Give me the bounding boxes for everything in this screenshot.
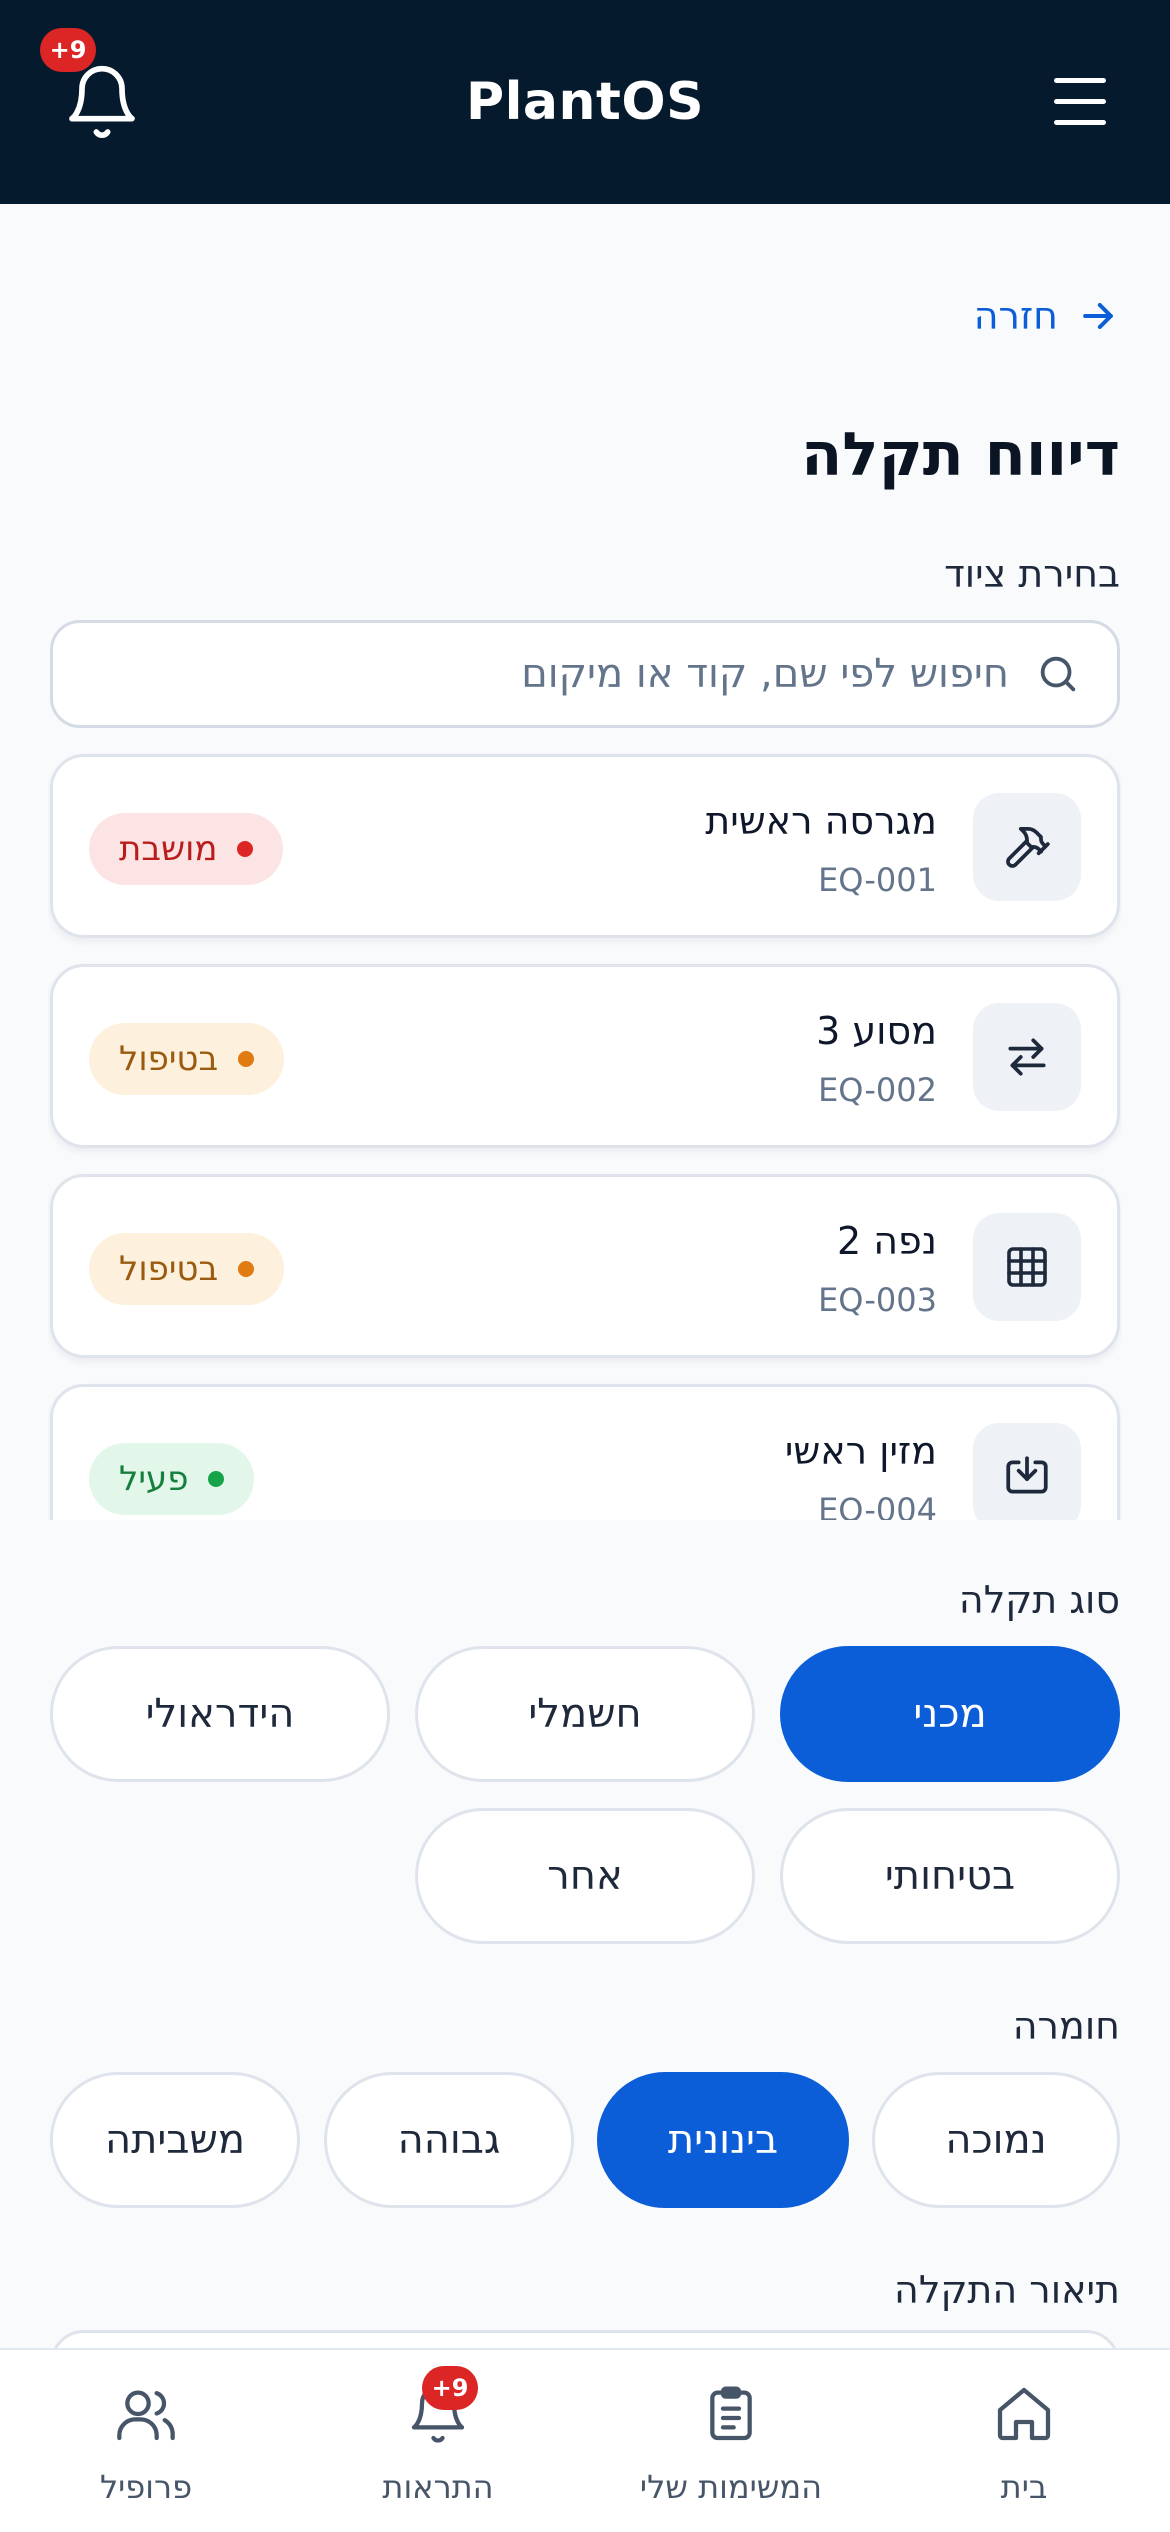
- severity-option-low[interactable]: נמוכה: [872, 2072, 1120, 2208]
- status-label: בטיפול: [119, 1249, 219, 1289]
- grid-icon: [1007, 1247, 1047, 1287]
- search-icon: [1040, 656, 1076, 692]
- download-box-icon: [1006, 1456, 1048, 1494]
- equipment-card[interactable]: מגרסה ראשית EQ-001 מושבת: [50, 754, 1120, 938]
- home-icon: [997, 2387, 1051, 2441]
- nav-label: המשימות שלי: [639, 2468, 823, 2506]
- severity-option-high[interactable]: גבוהה: [324, 2072, 574, 2208]
- fault-type-option-safety[interactable]: בטיחותי: [780, 1808, 1120, 1944]
- nav-item-profile[interactable]: פרופיל: [0, 2350, 292, 2532]
- severity-option-critical[interactable]: משביתה: [50, 2072, 300, 2208]
- nav-label: פרופיל: [99, 2468, 193, 2506]
- equipment-icon-box: [973, 1423, 1081, 1520]
- equipment-code: EQ-002: [818, 1071, 937, 1109]
- fault-type-label: סוג תקלה: [958, 1578, 1120, 1622]
- severity-option-medium[interactable]: בינונית: [597, 2072, 849, 2208]
- status-dot: [237, 841, 254, 857]
- nav-item-home[interactable]: בית: [878, 2350, 1170, 2532]
- equipment-code: EQ-003: [818, 1281, 937, 1319]
- back-label: חזרה: [973, 294, 1058, 338]
- search-input[interactable]: [109, 651, 1009, 697]
- menu-icon-bar: [1054, 120, 1106, 125]
- hammer-icon: [1006, 826, 1050, 868]
- nav-item-my-tasks[interactable]: המשימות שלי: [585, 2350, 877, 2532]
- notification-badge: +9: [40, 28, 96, 72]
- menu-button[interactable]: [1050, 70, 1110, 134]
- status-dot: [238, 1261, 255, 1277]
- status-dot: [208, 1471, 225, 1487]
- equipment-card[interactable]: מזין ראשי EQ-004 פעיל: [50, 1384, 1120, 1520]
- app-title: PlantOS: [465, 72, 705, 132]
- severity-label: חומרה: [1012, 2004, 1120, 2048]
- nav-label: בית: [1000, 2468, 1048, 2506]
- equipment-icon-box: [973, 793, 1081, 901]
- fault-type-option-electrical[interactable]: חשמלי: [415, 1646, 755, 1782]
- status-badge: בטיפול: [89, 1233, 285, 1305]
- users-icon: [117, 2390, 175, 2441]
- arrow-right-icon: [1083, 302, 1113, 330]
- clipboard-icon: [710, 2386, 752, 2441]
- equipment-name: מזין ראשי: [784, 1429, 937, 1473]
- equipment-label: בחירת ציוד: [944, 552, 1120, 596]
- equipment-name: נפה 2: [836, 1219, 937, 1263]
- equipment-icon-box: [973, 1003, 1081, 1111]
- fault-type-option-mechanical[interactable]: מכני: [780, 1646, 1120, 1782]
- status-label: פעיל: [119, 1459, 189, 1499]
- equipment-code: EQ-001: [818, 861, 937, 899]
- status-badge: פעיל: [89, 1443, 255, 1515]
- equipment-card[interactable]: נפה 2 EQ-003 בטיפול: [50, 1174, 1120, 1358]
- status-badge: מושבת: [89, 813, 284, 885]
- nav-label: התראות: [382, 2468, 494, 2506]
- equipment-name: מסוע 3: [816, 1009, 937, 1053]
- status-label: מושבת: [119, 829, 218, 869]
- nav-item-notifications[interactable]: +9 התראות: [292, 2350, 584, 2532]
- status-dot: [238, 1051, 255, 1067]
- notification-badge: +9: [422, 2366, 478, 2410]
- page-title: דיווח תקלה: [801, 420, 1120, 490]
- app-header: PlantOS +9: [0, 0, 1170, 204]
- equipment-list[interactable]: מגרסה ראשית EQ-001 מושבת מסוע 3 EQ-002 ב…: [48, 748, 1122, 1520]
- description-label: תיאור התקלה: [894, 2268, 1120, 2312]
- notifications-button[interactable]: [62, 62, 142, 142]
- status-badge: בטיפול: [89, 1023, 285, 1095]
- equipment-search[interactable]: [50, 620, 1120, 728]
- bell-icon: [69, 65, 135, 138]
- bottom-nav: בית המשימות שלי +9 התראות פרופיל: [0, 2348, 1170, 2532]
- menu-icon-bar: [1054, 78, 1106, 83]
- status-label: בטיפול: [119, 1039, 219, 1079]
- fault-type-option-hydraulic[interactable]: הידראולי: [50, 1646, 390, 1782]
- fault-type-option-other[interactable]: אחר: [415, 1808, 755, 1944]
- menu-icon-bar: [1054, 99, 1106, 104]
- equipment-card[interactable]: מסוע 3 EQ-002 בטיפול: [50, 964, 1120, 1148]
- arrows-swap-icon: [1008, 1038, 1046, 1076]
- equipment-code: EQ-004: [818, 1491, 937, 1520]
- equipment-icon-box: [973, 1213, 1081, 1321]
- equipment-name: מגרסה ראשית: [705, 799, 937, 843]
- back-link[interactable]: חזרה: [974, 294, 1120, 338]
